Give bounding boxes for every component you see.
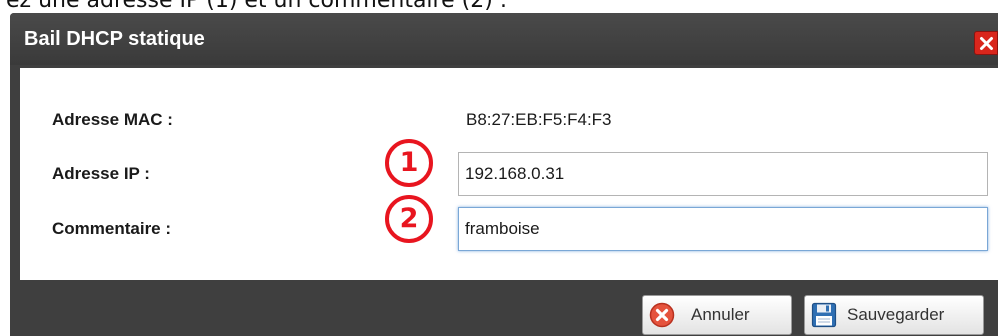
mac-address-label: Adresse MAC : <box>52 110 173 129</box>
annotation-marker-2: 2 <box>385 195 433 243</box>
dialog-title: Bail DHCP statique <box>24 28 205 50</box>
dhcp-lease-dialog: Bail DHCP statique Adresse MAC : B8:27:E… <box>10 13 998 336</box>
save-button[interactable]: Sauvegarder <box>804 295 984 335</box>
cancel-button-label: Annuler <box>691 305 750 324</box>
comment-input[interactable] <box>458 207 988 251</box>
close-icon <box>980 37 993 50</box>
mac-address-value: B8:27:EB:F5:F4:F3 <box>466 110 612 129</box>
close-button[interactable] <box>974 31 998 55</box>
cancel-icon <box>649 302 675 328</box>
floppy-disk-icon <box>811 302 837 328</box>
save-button-label: Sauvegarder <box>847 305 945 324</box>
annotation-marker-1: 1 <box>385 139 433 187</box>
instruction-caption-text: ez une adresse IP (1) et un commentaire … <box>6 0 508 13</box>
ip-address-input[interactable] <box>458 152 988 196</box>
cancel-button[interactable]: Annuler <box>642 295 792 335</box>
comment-label: Commentaire : <box>52 219 172 238</box>
ip-address-label: Adresse IP : <box>52 164 150 183</box>
dialog-titlebar[interactable]: Bail DHCP statique <box>10 13 998 65</box>
dialog-content: Adresse MAC : B8:27:EB:F5:F4:F3 Adresse … <box>20 68 998 280</box>
